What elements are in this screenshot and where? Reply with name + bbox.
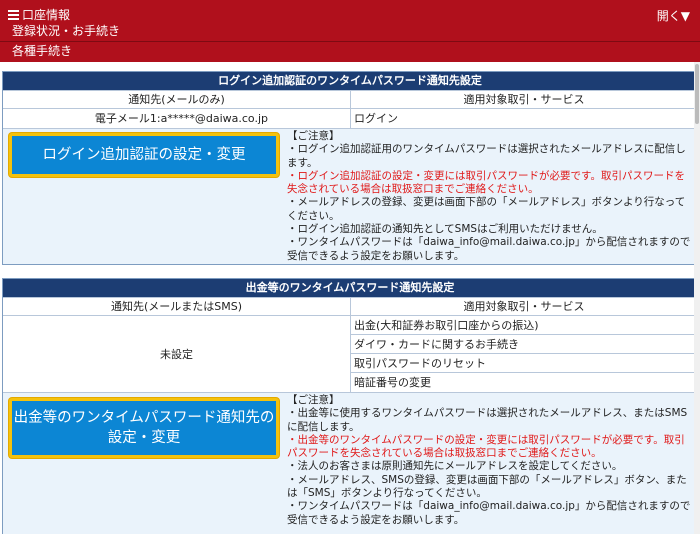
notes-heading: 【ご注意】 bbox=[287, 394, 340, 406]
notes-line: ・ログイン追加認証の通知先としてSMSはご利用いただけません。 bbox=[287, 223, 603, 236]
withdrawal-otp-info-box: 出金等のワンタイムパスワード通知先の 設定・変更 【ご注意】 ・出金等に使用する… bbox=[3, 392, 697, 534]
notes-line: ・ワンタイムパスワードは「daiwa_info@mail.daiwa.co.jp… bbox=[287, 500, 691, 526]
notes-warning: ・ログイン追加認証の設定・変更には取引パスワードが必要です。取引パスワードを失念… bbox=[287, 169, 685, 196]
column-header-service: 適用対象取引・サービス bbox=[463, 300, 585, 313]
withdrawal-otp-section: 出金等のワンタイムパスワード通知先設定 通知先(メールまたはSMS) 適用対象取… bbox=[2, 278, 698, 534]
login-otp-button-cell: ログイン追加認証の設定・変更 bbox=[3, 129, 285, 264]
login-otp-section: ログイン追加認証のワンタイムパスワード通知先設定 通知先(メールのみ) 適用対象… bbox=[2, 71, 698, 265]
withdrawal-otp-notes: 【ご注意】 ・出金等に使用するワンタイムパスワードは選択されたメールアドレス、ま… bbox=[285, 393, 697, 534]
scrollbar-thumb[interactable] bbox=[695, 64, 699, 124]
open-toggle[interactable]: 開く▼ bbox=[657, 7, 690, 24]
login-otp-notes: 【ご注意】 ・ログイン追加認証用のワンタイムパスワードは選択されたメールアドレス… bbox=[285, 129, 697, 264]
service-item: ダイワ・カードに関するお手続き bbox=[351, 335, 697, 354]
account-info-title[interactable]: 口座情報 bbox=[8, 8, 70, 22]
withdrawal-otp-settings-button[interactable]: 出金等のワンタイムパスワード通知先の 設定・変更 bbox=[9, 398, 279, 458]
notes-warning: ・出金等のワンタイムパスワードの設定・変更には取引パスワードが必要です。取引パス… bbox=[287, 433, 685, 460]
service-item: 暗証番号の変更 bbox=[354, 376, 431, 389]
account-info-header: 口座情報 登録状況・お手続き 各種手続き 開く▼ bbox=[0, 0, 700, 62]
withdrawal-otp-destination-value: 未設定 bbox=[3, 316, 351, 392]
notes-line: ・メールアドレス、SMSの登録、変更は画面下部の「メールアドレス」ボタン、または… bbox=[287, 473, 687, 500]
notes-line: ・法人のお客さまは原則通知先にメールアドレスを設定してください。 bbox=[287, 460, 623, 473]
login-otp-column-headers: 通知先(メールのみ) 適用対象取引・サービス bbox=[3, 90, 697, 108]
withdrawal-otp-column-headers: 通知先(メールまたはSMS) 適用対象取引・サービス bbox=[3, 297, 697, 315]
page-title: 各種手続き bbox=[12, 44, 73, 58]
notes-line: ・出金等に使用するワンタイムパスワードは選択されたメールアドレス、またはSMSに… bbox=[287, 407, 688, 433]
withdrawal-otp-button-label-line2: 設定・変更 bbox=[107, 430, 181, 446]
withdrawal-otp-button-label-line1: 出金等のワンタイムパスワード通知先の bbox=[13, 410, 275, 426]
notes-line: ・ワンタイムパスワードは「daiwa_info@mail.daiwa.co.jp… bbox=[287, 236, 691, 262]
withdrawal-otp-button-cell: 出金等のワンタイムパスワード通知先の 設定・変更 bbox=[3, 393, 285, 534]
account-info-label: 口座情報 bbox=[22, 8, 71, 22]
column-header-destination: 通知先(メールまたはSMS) bbox=[3, 298, 351, 315]
column-header-destination: 通知先(メールのみ) bbox=[3, 91, 351, 108]
menu-icon bbox=[8, 10, 19, 20]
login-otp-destination-value: 電子メール1:a*****@daiwa.co.jp bbox=[3, 109, 351, 128]
header-divider bbox=[0, 41, 700, 42]
scrollbar[interactable] bbox=[694, 62, 700, 534]
login-otp-section-title: ログイン追加認証のワンタイムパスワード通知先設定 bbox=[3, 72, 697, 90]
login-otp-service-value: ログイン bbox=[354, 112, 398, 125]
breadcrumb[interactable]: 登録状況・お手続き bbox=[12, 24, 120, 38]
notes-line: ・メールアドレスの登録、変更は画面下部の「メールアドレス」ボタンより行なってくだ… bbox=[287, 196, 686, 222]
service-item: 取引パスワードのリセット bbox=[351, 354, 697, 373]
withdrawal-otp-data-rows: 未設定 出金(大和証券お取引口座からの振込) ダイワ・カードに関するお手続き 取… bbox=[3, 315, 697, 392]
service-item: 出金(大和証券お取引口座からの振込) bbox=[351, 316, 697, 335]
withdrawal-otp-section-title: 出金等のワンタイムパスワード通知先設定 bbox=[3, 279, 697, 297]
column-header-service: 適用対象取引・サービス bbox=[463, 93, 585, 106]
login-otp-data-row: 電子メール1:a*****@daiwa.co.jp ログイン bbox=[3, 108, 697, 128]
login-otp-info-box: ログイン追加認証の設定・変更 【ご注意】 ・ログイン追加認証用のワンタイムパスワ… bbox=[3, 128, 697, 264]
notes-heading: 【ご注意】 bbox=[287, 130, 340, 142]
withdrawal-otp-service-list: 出金(大和証券お取引口座からの振込) ダイワ・カードに関するお手続き 取引パスワ… bbox=[351, 316, 697, 392]
notes-line: ・ログイン追加認証用のワンタイムパスワードは選択されたメールアドレスに配信します… bbox=[287, 143, 686, 169]
login-auth-settings-button[interactable]: ログイン追加認証の設定・変更 bbox=[9, 133, 279, 177]
